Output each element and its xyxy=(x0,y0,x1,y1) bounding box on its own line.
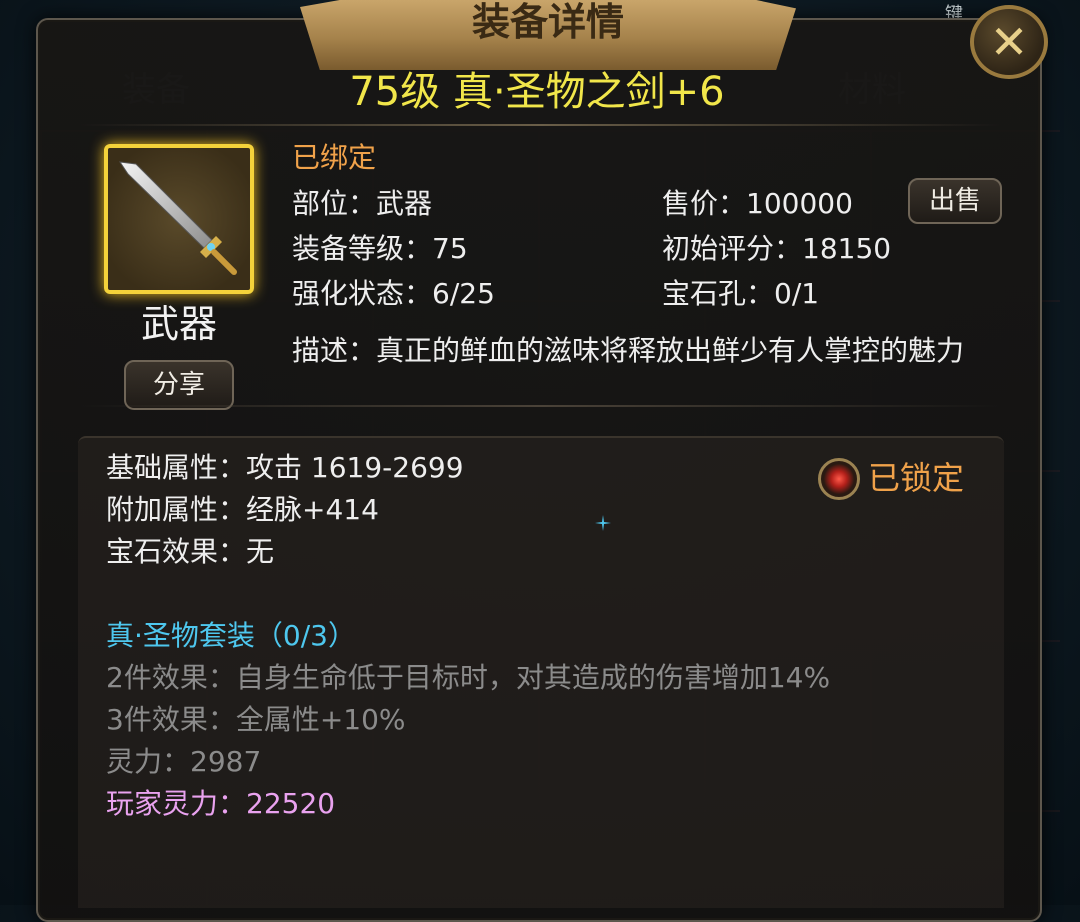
set-name: 真·圣物套装（0/3） xyxy=(106,619,356,652)
enhance-status: 强化状态：6/25 xyxy=(292,277,495,310)
initial-score: 初始评分：18150 xyxy=(662,232,892,265)
share-button[interactable]: 分享 xyxy=(124,360,234,410)
item-title: 75级 真·圣物之剑+6 xyxy=(349,69,725,115)
extra-attribute: 附加属性：经脉+414 xyxy=(106,493,379,526)
locked-status[interactable]: 已锁定 xyxy=(868,460,964,496)
gem-slots: 宝石孔：0/1 xyxy=(662,277,820,310)
bound-status: 已绑定 xyxy=(292,141,377,174)
item-icon-frame[interactable] xyxy=(104,144,254,294)
equipment-level: 装备等级：75 xyxy=(292,232,468,265)
title-divider xyxy=(80,124,1000,126)
sword-icon xyxy=(118,161,237,275)
slot-info: 部位：武器 xyxy=(292,187,433,220)
sparkle-icon xyxy=(595,515,611,531)
sell-price: 售价：100000 xyxy=(662,187,853,220)
set-spirit: 灵力：2987 xyxy=(106,745,262,778)
player-spirit: 玩家灵力：22520 xyxy=(106,787,336,820)
gem-effect: 宝石效果：无 xyxy=(106,535,275,568)
lock-icon[interactable] xyxy=(818,458,860,500)
item-description: 描述：真正的鲜血的滋味将释放出鲜少有人掌控的魅力 xyxy=(292,334,965,367)
set-effect-3: 3件效果：全属性+10% xyxy=(106,703,406,736)
set-effect-2: 2件效果：自身生命低于目标时，对其造成的伤害增加14% xyxy=(106,661,831,694)
sell-button[interactable]: 出售 xyxy=(908,178,1002,224)
section-divider xyxy=(80,405,1000,407)
close-icon: ✕ xyxy=(989,15,1029,69)
item-type-label: 武器 xyxy=(140,302,217,346)
base-attribute: 基础属性：攻击 1619-2699 xyxy=(106,451,464,484)
banner-title: 装备详情 xyxy=(471,0,624,44)
